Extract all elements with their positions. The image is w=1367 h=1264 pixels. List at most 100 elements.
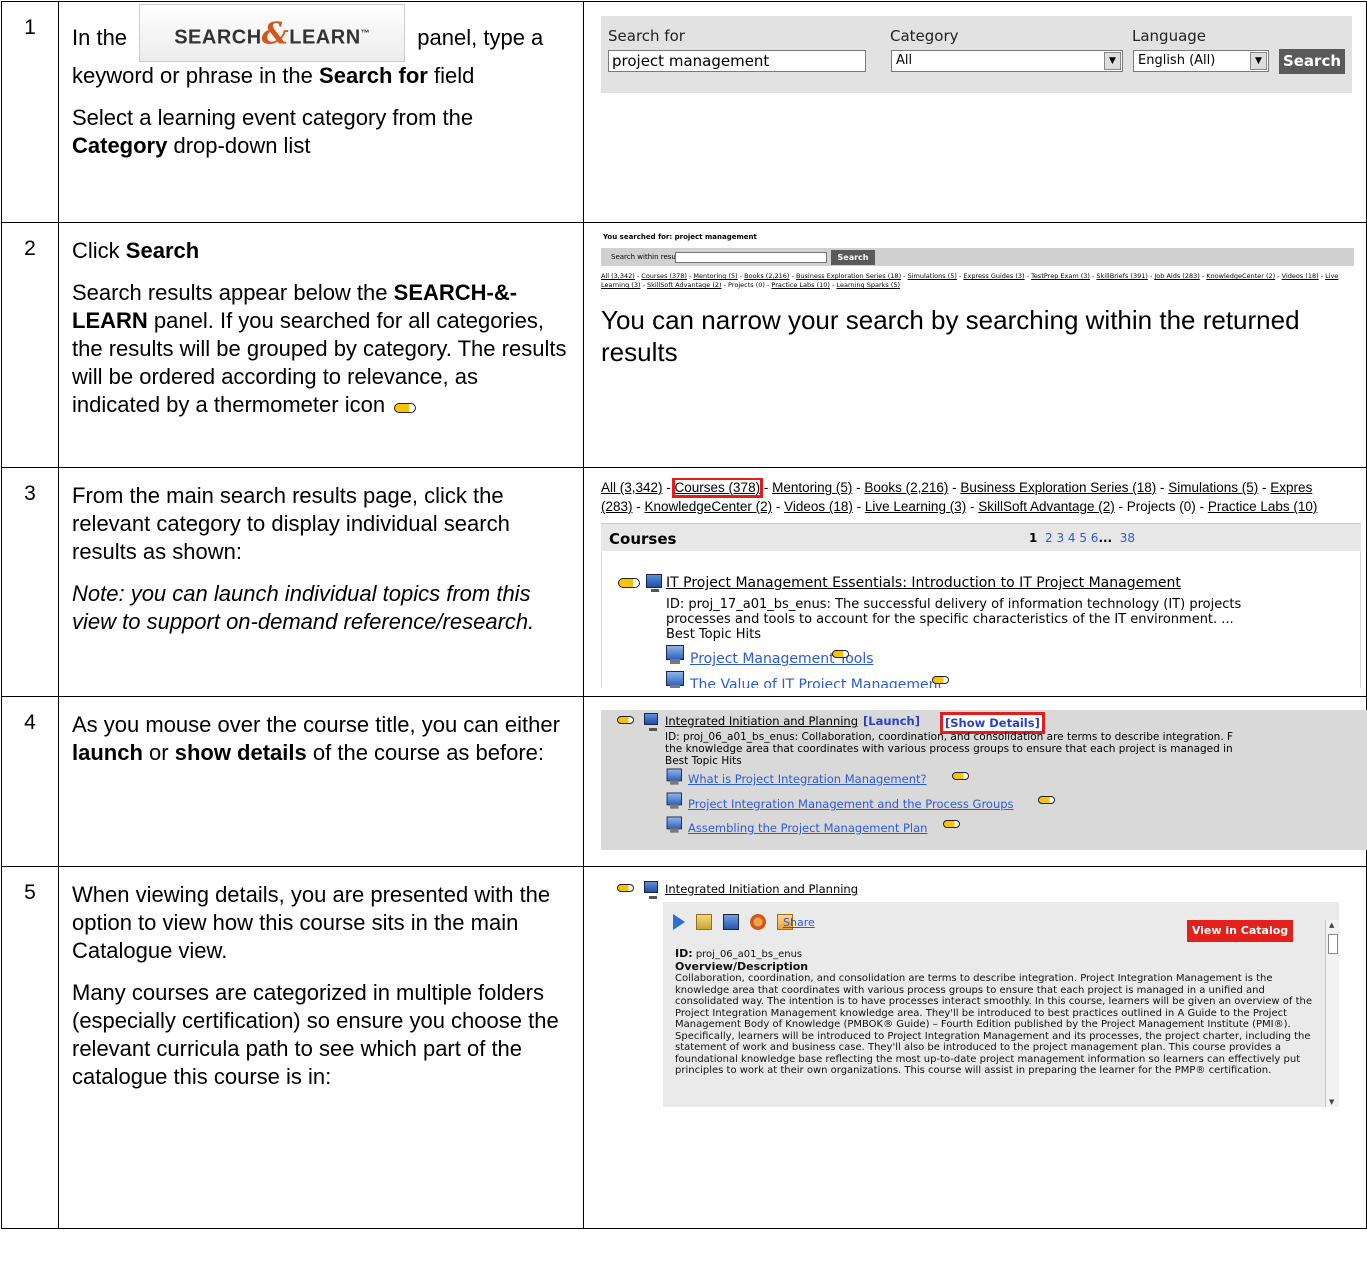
- course-description: ID: proj_17_a01_bs_enus: The successful …: [666, 597, 1242, 642]
- course-icon: [644, 881, 658, 899]
- cat-link[interactable]: Books (2,216): [744, 272, 789, 280]
- cat-link[interactable]: Simulations (5): [908, 272, 957, 280]
- cat-link[interactable]: Mentoring (5): [772, 480, 852, 495]
- cat-link[interactable]: SkillBriefs (391): [1096, 272, 1147, 280]
- bold-term: launch: [72, 740, 143, 765]
- overview-text: Collaboration, coordination, and consoli…: [675, 973, 1313, 1076]
- step-number: 4: [1, 696, 59, 867]
- cat-link[interactable]: Practice Labs (10): [771, 281, 830, 289]
- scrollbar[interactable]: ▲ ▼: [1325, 920, 1339, 1107]
- search-within-input[interactable]: [675, 252, 827, 263]
- cat-link[interactable]: Business Exploration Series (18): [960, 480, 1156, 495]
- cat-link[interactable]: (283): [601, 499, 633, 514]
- search-results-panel: You searched for: project management Sea…: [601, 233, 1354, 368]
- page-link-last[interactable]: 38: [1120, 531, 1135, 545]
- cat-link[interactable]: Learning Sparks (5): [836, 281, 900, 289]
- language-select[interactable]: English (All) ▼: [1133, 50, 1269, 72]
- topic-link[interactable]: The Value of IT Project Management: [690, 677, 943, 688]
- cat-link[interactable]: Videos (18): [784, 499, 853, 514]
- cat-link-all[interactable]: All (3,342): [601, 480, 663, 495]
- chevron-down-icon[interactable]: ▼: [1104, 52, 1121, 70]
- step-row-3: 3 From the main search results page, cli…: [1, 467, 1367, 697]
- instruction-table: 1 In the SEARCH&LEARN™ panel, type a key…: [1, 1, 1367, 1229]
- topic-link[interactable]: What is Project Integration Management?: [688, 772, 927, 786]
- topic-icon: [666, 792, 686, 810]
- screenshot-search-panel: Search for project management Category A…: [583, 1, 1367, 223]
- course-title-link[interactable]: IT Project Management Essentials: Introd…: [666, 575, 1181, 591]
- cat-link[interactable]: Courses (378): [641, 272, 687, 280]
- search-within-label: Search within results: [611, 253, 685, 261]
- step-instructions: In the SEARCH&LEARN™ panel, type a keywo…: [58, 1, 584, 223]
- topic-icon: [666, 671, 688, 688]
- course-details-text: ID: proj_06_a01_bs_enus Overview/Descrip…: [675, 948, 1320, 1077]
- step-number: 5: [1, 866, 59, 1229]
- thermometer-icon: [394, 403, 417, 413]
- best-topic-label: Best Topic Hits: [666, 627, 762, 642]
- bold-term: Search for: [319, 63, 428, 88]
- search-within-button[interactable]: Search: [831, 250, 875, 265]
- page-links[interactable]: 2 3 4 5 6: [1045, 531, 1098, 545]
- cat-link[interactable]: Live Learning (3): [865, 499, 966, 514]
- download-icon[interactable]: [723, 913, 740, 930]
- play-icon[interactable]: [673, 913, 685, 930]
- cat-link: Projects (0): [728, 281, 765, 289]
- category-select[interactable]: All ▼: [891, 50, 1123, 72]
- cat-link[interactable]: KnowledgeCenter (2): [1206, 272, 1275, 280]
- thermometer-icon: [943, 820, 960, 828]
- cat-link-courses[interactable]: Courses (378): [671, 478, 764, 498]
- cat-link[interactable]: SkillSoft Advantage (2): [647, 281, 722, 289]
- add-to-plan-icon[interactable]: [696, 913, 713, 930]
- cat-link[interactable]: KnowledgeCenter (2): [645, 499, 773, 514]
- topic-icon: [666, 645, 688, 665]
- cat-link[interactable]: Express Guides (3): [963, 272, 1024, 280]
- step-instructions: As you mouse over the course title, you …: [58, 696, 584, 867]
- cat-link[interactable]: Mentoring (5): [693, 272, 737, 280]
- cat-link-projects: Projects (0): [1126, 499, 1196, 514]
- thermometer-icon: [832, 650, 849, 658]
- step-number: 3: [1, 467, 59, 697]
- chevron-down-icon[interactable]: ▼: [1250, 52, 1267, 70]
- courses-header: Courses 1 2 3 4 5 6... 38: [601, 523, 1361, 551]
- search-for-input[interactable]: project management: [608, 50, 866, 72]
- topic-icon: [666, 768, 686, 786]
- search-button[interactable]: Search: [1279, 49, 1345, 74]
- search-and-learn-logo: SEARCH&LEARN™: [139, 4, 406, 62]
- thermometer-icon: [617, 884, 634, 892]
- cat-link[interactable]: Job Aids (283): [1154, 272, 1199, 280]
- course-result: IT Project Management Essentials: Introd…: [601, 551, 1361, 688]
- screenshot-details: Integrated Initiation and Planning Share…: [583, 866, 1367, 1229]
- cat-link[interactable]: Practice Labs (10): [1208, 499, 1318, 514]
- cat-link[interactable]: Expres: [1270, 480, 1312, 495]
- course-title-link[interactable]: Integrated Initiation and Planning: [665, 714, 858, 728]
- cat-link[interactable]: Books (2,216): [864, 480, 948, 495]
- narrow-search-note: You can narrow your search by searching …: [601, 305, 1300, 367]
- category-label: Category: [890, 27, 959, 45]
- cat-link[interactable]: SkillSoft Advantage (2): [978, 499, 1115, 514]
- bold-term: Search: [125, 238, 200, 263]
- search-for-label: Search for: [608, 27, 685, 45]
- view-in-catalog-button[interactable]: View in Catalog: [1187, 920, 1293, 942]
- scroll-up-icon[interactable]: ▲: [1329, 921, 1334, 929]
- course-title-link[interactable]: Integrated Initiation and Planning: [665, 882, 858, 896]
- share-link[interactable]: Share: [783, 916, 815, 929]
- scroll-thumb[interactable]: [1328, 934, 1338, 954]
- course-details-panel: Integrated Initiation and Planning Share…: [601, 875, 1367, 1107]
- step-row-5: 5 When viewing details, you are presente…: [1, 866, 1367, 1229]
- cat-link[interactable]: All (3,342): [601, 272, 635, 280]
- topic-link[interactable]: Project Integration Management and the P…: [688, 797, 1014, 811]
- note-text: Note: you can launch individual topics f…: [72, 581, 535, 634]
- cat-link[interactable]: Business Exploration Series (18): [796, 272, 901, 280]
- instr-text: In the: [72, 24, 128, 50]
- people-icon[interactable]: [750, 913, 767, 930]
- step-number: 1: [1, 1, 59, 223]
- cat-link[interactable]: Simulations (5): [1168, 480, 1258, 495]
- bold-term: Category: [72, 133, 168, 158]
- topic-link[interactable]: Assembling the Project Management Plan: [688, 821, 927, 835]
- step-row-4: 4 As you mouse over the course title, yo…: [1, 696, 1367, 867]
- screenshot-category-results: All (3,342) - Courses (378) - Mentoring …: [583, 467, 1367, 697]
- cat-link[interactable]: Videos (18): [1282, 272, 1319, 280]
- cat-link[interactable]: TestPrep Exam (3): [1031, 272, 1090, 280]
- scroll-down-icon[interactable]: ▼: [1329, 1098, 1334, 1106]
- launch-link[interactable]: [Launch]: [863, 714, 920, 728]
- bold-term: show details: [174, 740, 307, 765]
